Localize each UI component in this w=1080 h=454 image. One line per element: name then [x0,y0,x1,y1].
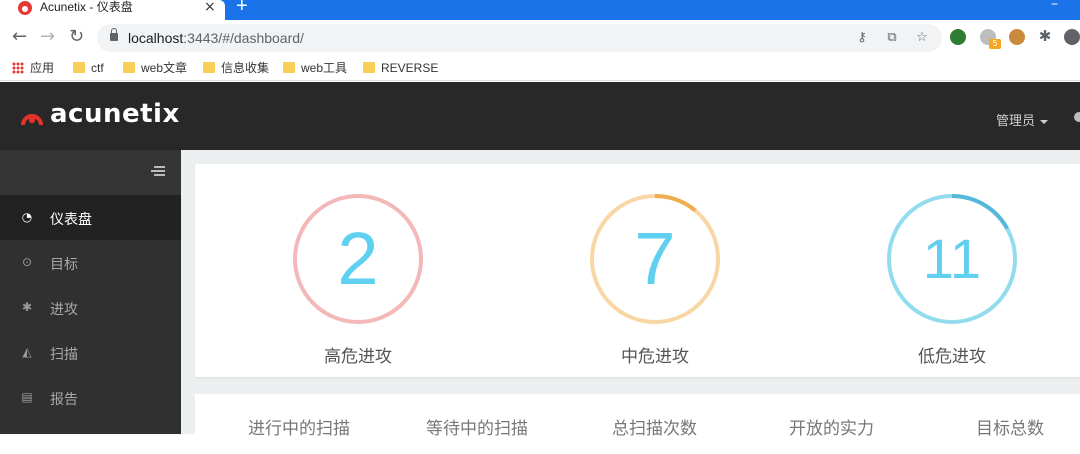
area-chart-icon: ◭ [22,345,32,359]
folder-icon [73,62,85,73]
folder-icon [203,62,215,73]
sidebar-item-vulnerabilities[interactable]: ✱ 进攻 [0,285,181,330]
medium-severity-count: 7 [634,217,676,300]
bookmark-folder-info-gathering[interactable]: 信息收集 [203,60,269,76]
bookmark-label: REVERSE [381,61,439,75]
lock-icon[interactable] [110,28,118,41]
bookmark-star-icon[interactable]: ☆ [915,31,929,45]
sidebar-item-label: 进攻 [50,302,78,318]
medium-severity-gauge[interactable]: 7 [588,192,722,326]
bookmark-folder-web-tools[interactable]: web工具 [283,60,347,76]
sidebar-item-reports[interactable]: ▤ 报告 [0,375,181,420]
sidebar-item-targets[interactable]: ⊙ 目标 [0,240,181,285]
window-minimize-button[interactable]: – [1051,0,1058,12]
stat-total-targets-label: 目标总数 [976,419,1044,439]
high-severity-gauge[interactable]: 2 [291,192,425,326]
dashboard-icon: ◔ [21,210,33,224]
document-icon: ▤ [21,390,33,404]
browser-tabstrip: Acunetix - 仪表盘 × + – [0,0,1080,20]
address-bar[interactable]: localhost:3443/#/dashboard/ ⚷ ⧉ ☆ [97,24,942,52]
stat-running-scans-label: 进行中的扫描 [248,419,350,439]
stat-total-scans-label: 总扫描次数 [612,419,697,439]
low-severity-label: 低危进攻 [918,347,986,367]
close-tab-icon[interactable]: × [204,0,216,15]
back-button[interactable]: ← [12,26,27,47]
vulnerability-summary-card: 2 高危进攻 7 中危进攻 11 低危进攻 [195,164,1080,377]
low-severity-count: 11 [922,227,982,290]
apps-grid-icon [12,62,24,74]
cookie-extension-icon[interactable] [1009,29,1025,45]
acunetix-favicon-icon [18,1,32,15]
tab-title: Acunetix - 仪表盘 [40,0,133,14]
reload-button[interactable]: ↻ [69,26,84,47]
bookmark-label: web文章 [141,61,188,75]
bookmark-label: web工具 [301,61,348,75]
url-text[interactable]: localhost:3443/#/dashboard/ [128,30,304,46]
extension-green-icon[interactable] [950,29,966,45]
bookmarks-bar: 应用 ctf web文章 信息收集 web工具 REVERSE [0,55,1080,81]
sidebar-item-label: 目标 [50,257,78,273]
browser-tab-active[interactable]: Acunetix - 仪表盘 × [0,0,225,20]
low-severity-gauge[interactable]: 11 [885,192,1019,326]
sidebar-item-dashboard[interactable]: ◔ 仪表盘 [0,195,181,240]
target-icon: ⊙ [21,255,33,269]
folder-icon [363,62,375,73]
translate-icon[interactable]: ⧉ [885,31,899,45]
bookmark-folder-ctf[interactable]: ctf [73,60,104,76]
admin-label: 管理员 [996,114,1036,129]
admin-menu[interactable]: 管理员 [996,110,1049,129]
folder-icon [123,62,135,73]
browser-toolbar: ← → ↻ localhost:3443/#/dashboard/ ⚷ ⧉ ☆ … [0,20,1080,55]
high-severity-label: 高危进攻 [324,347,392,367]
sidebar-item-label: 扫描 [50,347,78,363]
bug-icon: ✱ [21,300,33,314]
sidebar-item-label: 仪表盘 [50,212,92,228]
extensions-puzzle-icon[interactable]: ✱ [1038,29,1052,44]
forward-button[interactable]: → [40,26,55,47]
new-tab-button[interactable]: + [236,0,248,18]
logo-text[interactable]: acunetix [50,99,180,129]
scan-stats-card: 进行中的扫描 等待中的扫描 总扫描次数 开放的实力 目标总数 [195,394,1080,454]
folder-icon [283,62,295,73]
bookmark-folder-reverse[interactable]: REVERSE [363,60,438,76]
sidebar-toggle[interactable] [0,150,181,195]
bookmark-apps[interactable]: 应用 [12,60,54,76]
extension-badge: 5 [989,39,1001,49]
bookmark-label: 信息收集 [221,61,270,75]
collapse-menu-icon[interactable] [151,166,165,177]
app-header: acunetix 管理员 [0,82,1080,150]
bookmark-label: 应用 [30,61,55,75]
medium-severity-label: 中危进攻 [621,347,689,367]
acunetix-logo-icon[interactable] [21,105,43,127]
url-host: localhost [128,30,184,46]
sidebar: ◔ 仪表盘 ⊙ 目标 ✱ 进攻 ◭ 扫描 ▤ 报告 [0,150,181,434]
key-icon[interactable]: ⚷ [855,31,869,45]
stat-open-vulns-label: 开放的实力 [789,419,874,439]
profile-avatar-icon[interactable] [1064,29,1080,45]
sidebar-item-label: 报告 [50,392,78,408]
stat-waiting-scans-label: 等待中的扫描 [426,419,528,439]
sidebar-item-scans[interactable]: ◭ 扫描 [0,330,181,375]
high-severity-count: 2 [337,217,379,300]
url-path: :3443/#/dashboard/ [183,30,304,46]
bookmark-folder-web-articles[interactable]: web文章 [123,60,187,76]
caret-down-icon [1040,119,1049,124]
dashboard-main: 2 高危进攻 7 中危进攻 11 低危进攻 进行中的扫描 等待中的扫描 总扫描次… [181,150,1080,454]
settings-icon[interactable] [1074,112,1080,122]
bookmark-label: ctf [91,61,104,75]
